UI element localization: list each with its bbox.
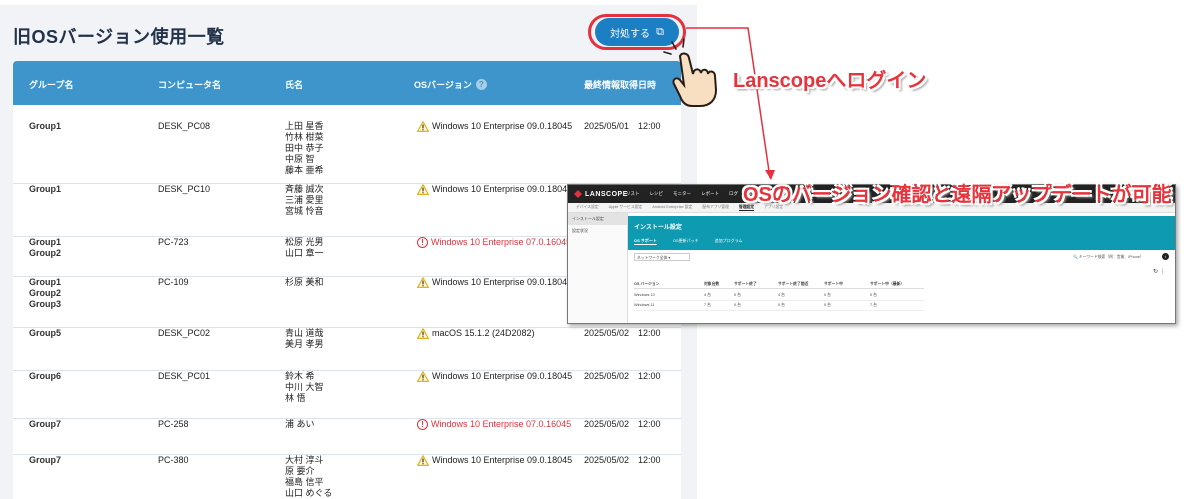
inset-subnav-item[interactable]: 配布アプリ管理 — [702, 205, 729, 210]
inset-cell: 0 台 — [778, 303, 785, 307]
inset-network-filter[interactable]: ネットワーク全体 ▾ — [634, 253, 690, 261]
lanscope-logo: LANSCOPE — [574, 190, 628, 198]
inset-sidebar-item[interactable]: インストール設定 — [568, 213, 627, 225]
inset-cell: 0 台 — [734, 293, 741, 297]
inset-header-title: インストール設定 — [634, 225, 682, 231]
inset-col[interactable]: 対象台数 — [704, 282, 719, 287]
inset-table-header: OS バージョン 対象台数 サポート終了 サポート終了間近 サポート中 サポート… — [634, 282, 924, 289]
inset-subnav-item[interactable]: デバイス設定 — [576, 205, 599, 210]
inset-sidebar: インストール設定 設定状況 — [568, 213, 628, 323]
inset-cell: Windows 11 — [634, 303, 655, 307]
inset-cell: 7 台 — [870, 303, 877, 307]
refresh-icon[interactable]: ↻ ⋮ — [1153, 268, 1166, 275]
inset-cell: 7 台 — [704, 303, 711, 307]
inset-cell: 0 台 — [824, 293, 831, 297]
inset-cell: Windows 10 — [634, 293, 655, 297]
inset-col[interactable]: サポート中（最新） — [870, 282, 904, 287]
inset-tab-patch[interactable]: OS更新パッチ — [673, 238, 699, 245]
inset-table-row[interactable]: Windows 10 4 台 0 台 4 台 0 台 0 台 — [634, 293, 924, 301]
login-annotation: Lanscopeへログイン — [733, 70, 927, 92]
inset-nav: リスト レシピ モニター レポート ログ ル — [626, 191, 753, 197]
inset-table-row[interactable]: Windows 11 7 台 0 台 0 台 0 台 7 台 — [634, 303, 924, 311]
inset-nav-item[interactable]: ログ — [729, 191, 738, 197]
os-update-annotation: OSのバージョン確認と遠隔アップデートが可能 — [743, 184, 1172, 206]
inset-nav-item[interactable]: レシピ — [650, 191, 664, 197]
info-icon[interactable]: i — [1162, 253, 1169, 260]
inset-col[interactable]: サポート終了 — [734, 282, 757, 287]
inset-col[interactable]: サポート中 — [824, 282, 843, 287]
inset-col[interactable]: OS バージョン — [634, 282, 659, 287]
inset-search[interactable]: 🔍 キーワード検索（例：営業、iPhone） — [1073, 254, 1144, 260]
logo-text: LANSCOPE — [585, 190, 628, 198]
inset-nav-item[interactable]: モニター — [673, 191, 691, 197]
inset-subnav-item[interactable]: Apple サービス設定 — [609, 205, 643, 210]
inset-sidebar-item[interactable]: 設定状況 — [568, 225, 627, 237]
inset-col[interactable]: サポート終了間近 — [778, 282, 808, 287]
inset-cell: 0 台 — [824, 303, 831, 307]
inset-search-placeholder: キーワード検索（例：営業、iPhone） — [1078, 255, 1144, 259]
inset-nav-item[interactable]: リスト — [626, 191, 640, 197]
inset-nav-item[interactable]: レポート — [701, 191, 719, 197]
inset-cell: 4 台 — [778, 293, 785, 297]
inset-subnav-item[interactable]: Android Enterprise 設定 — [652, 205, 692, 210]
inset-cell: 0 台 — [870, 293, 877, 297]
pointer-hand-icon — [663, 38, 718, 107]
inset-cell: 4 台 — [704, 293, 711, 297]
inset-filter-label: ネットワーク全体 — [637, 256, 668, 260]
inset-cell: 0 台 — [734, 303, 741, 307]
inset-tab-program[interactable]: 追加プログラム — [715, 238, 743, 245]
logo-mark-icon — [574, 190, 582, 198]
inset-tabs: OS サポート OS更新パッチ 追加プログラム — [634, 238, 743, 245]
inset-header: インストール設定 OS サポート OS更新パッチ 追加プログラム — [628, 216, 1175, 250]
inset-tab-os-support[interactable]: OS サポート — [634, 238, 657, 245]
